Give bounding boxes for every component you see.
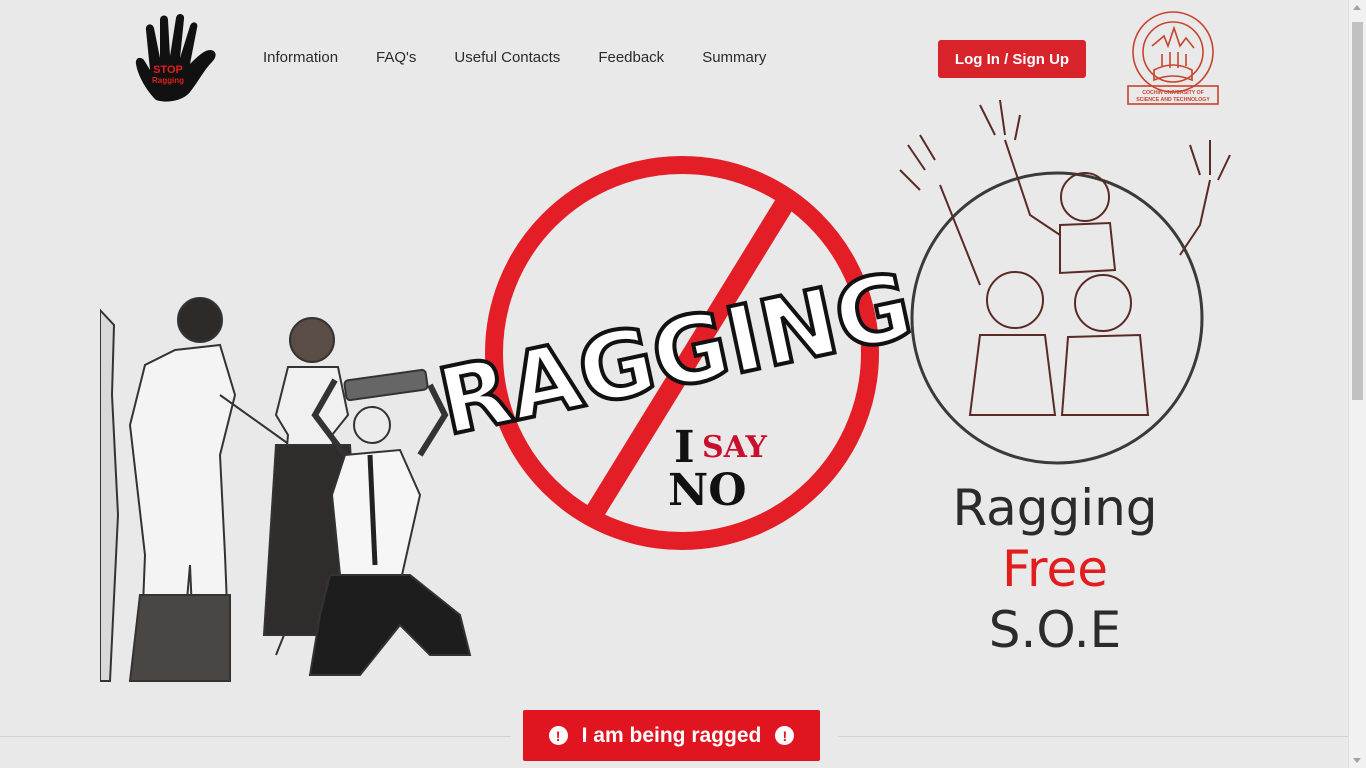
main-nav: Information FAQ's Useful Contacts Feedba… [244,47,785,69]
scroll-down-arrow-icon[interactable] [1353,758,1361,763]
nav-item-summary[interactable]: Summary [683,47,785,69]
cheering-students-illustration [899,99,1231,465]
exclamation-circle-icon: ! [548,726,568,745]
tagline-line-free: Free [1001,540,1109,598]
login-signup-button[interactable]: Log In / Sign Up [938,40,1086,78]
vertical-scrollbar[interactable] [1348,0,1366,768]
tagline-line-ragging: Ragging [952,479,1158,537]
scroll-up-arrow-icon[interactable] [1353,5,1361,10]
hand-icon [135,13,216,102]
ragging-scene-people [100,297,472,682]
page: STOP Ragging Information FAQ's Useful Co… [0,0,1349,768]
cusat-logo[interactable]: COCHIN UNIVERSITY OF SCIENCE AND TECHNOL… [1122,8,1224,108]
nav-item-faqs[interactable]: FAQ's [357,47,435,69]
exclamation-circle-icon: ! [775,726,795,745]
divider-left [0,736,511,737]
divider-right [838,736,1349,737]
alert-label: I am being ragged [581,723,762,747]
stop-ragging-logo[interactable]: STOP Ragging [128,12,222,106]
nav-item-feedback[interactable]: Feedback [579,47,683,69]
nav-item-information[interactable]: Information [244,47,357,69]
logo-text-stop: STOP [153,64,183,76]
tagline-line-soe: S.O.E [988,601,1122,659]
slogan-say: SAY [702,430,767,465]
logo-text-ragging: Ragging [152,76,184,85]
slogan-no: NO [668,465,747,516]
scrollbar-thumb[interactable] [1352,22,1363,400]
ragging-free-tagline: Ragging Free S.O.E [930,478,1180,661]
nav-item-useful-contacts[interactable]: Useful Contacts [435,47,579,69]
being-ragged-alert-button[interactable]: ! I am being ragged ! [523,710,820,761]
